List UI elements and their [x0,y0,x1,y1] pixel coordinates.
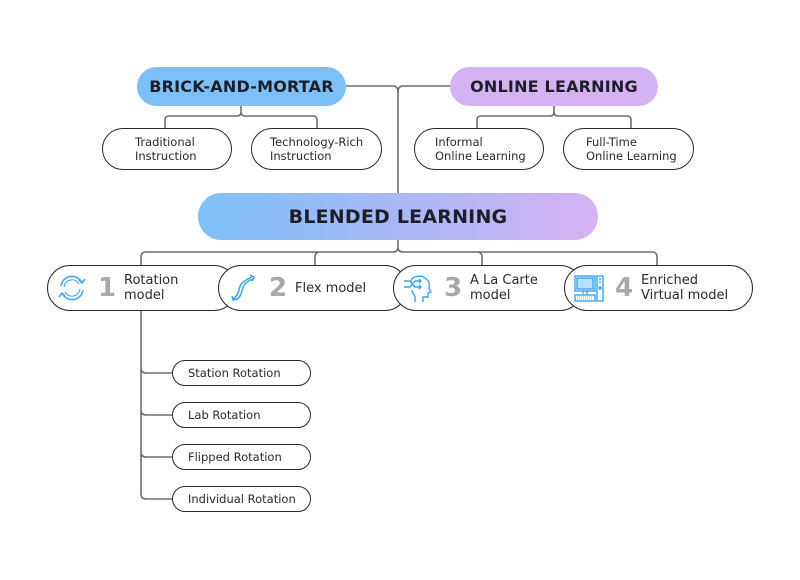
node-label: Full-Time Online Learning [586,135,677,163]
flex-arrow-icon [225,270,261,306]
connector-models [140,240,658,265]
connector-rotation-subs [140,311,172,500]
connector-brick-children [164,106,318,128]
node-label: Technology-Rich Instruction [270,135,364,163]
center-label: BLENDED LEARNING [288,205,508,228]
category-label: BRICK-AND-MORTAR [149,77,334,96]
node-traditional-instruction: Traditional Instruction [102,128,232,170]
node-label: Informal Online Learning [435,135,526,163]
submodel-individual-rotation: Individual Rotation [172,486,311,512]
node-label: Traditional Instruction [135,135,197,163]
model-enriched-virtual: 4 Enriched Virtual model [564,265,753,311]
connector-online-children [476,106,632,128]
model-flex: 2 Flex model [218,265,408,311]
category-online-learning: ONLINE LEARNING [450,67,658,106]
connector-online-to-trunk [397,85,450,93]
submodel-label: Flipped Rotation [188,450,282,464]
model-rotation: 1 Rotation model [47,265,237,311]
model-label: Rotation model [124,273,179,303]
node-technology-rich-instruction: Technology-Rich Instruction [251,128,382,170]
desktop-computer-icon [571,270,607,306]
model-number: 3 [443,273,463,303]
model-label: A La Carte model [470,273,538,303]
center-blended-learning: BLENDED LEARNING [198,193,598,240]
model-label: Enriched Virtual model [641,273,729,303]
submodel-label: Individual Rotation [188,492,296,506]
submodel-label: Lab Rotation [188,408,261,422]
category-label: ONLINE LEARNING [470,77,638,96]
head-choice-icon [400,270,436,306]
submodel-station-rotation: Station Rotation [172,360,311,386]
model-label: Flex model [295,280,367,296]
rotation-arrows-icon [54,270,90,306]
node-full-time-online-learning: Full-Time Online Learning [563,128,694,170]
model-a-la-carte: 3 A La Carte model [393,265,583,311]
model-number: 1 [97,273,117,303]
model-number: 4 [614,273,634,303]
submodel-lab-rotation: Lab Rotation [172,402,311,428]
submodel-label: Station Rotation [188,366,281,380]
model-number: 2 [268,273,288,303]
category-brick-and-mortar: BRICK-AND-MORTAR [137,67,346,106]
node-informal-online-learning: Informal Online Learning [414,128,544,170]
connector-brick-to-trunk [346,85,399,93]
submodel-flipped-rotation: Flipped Rotation [172,444,311,470]
